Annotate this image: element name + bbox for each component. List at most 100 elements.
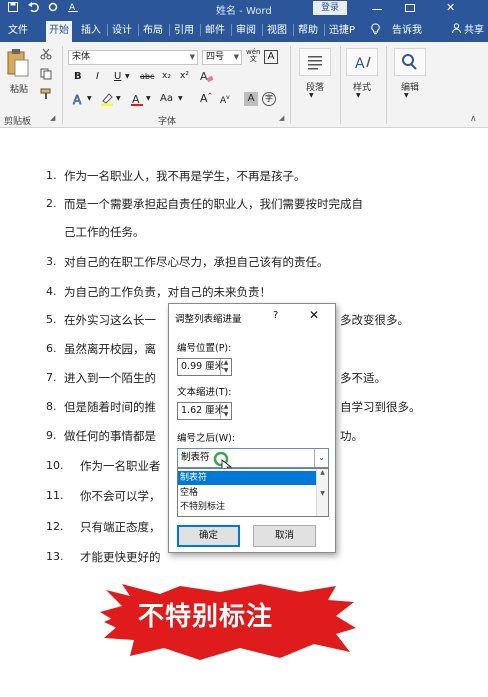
phonetic-guide-icon[interactable]: wén 文	[246, 49, 260, 63]
save-icon[interactable]	[8, 2, 18, 12]
editing-icon[interactable]	[394, 48, 426, 76]
list-item-text-tail[interactable]: 多不适。	[340, 370, 386, 386]
text-indent-value: 1.62 厘米	[181, 405, 225, 416]
superscript-button[interactable]: x²	[180, 71, 189, 81]
chevron-down-icon: ▼	[178, 95, 183, 102]
grow-font-label: A	[200, 92, 208, 105]
tab-view[interactable]: 视图	[267, 23, 287, 38]
list-item-text[interactable]: 而是一个需要承担起自责任的职业人，我们需要按时完成自	[64, 196, 363, 212]
paragraph-group-label: 段落	[305, 83, 324, 93]
font-color-quick-icon[interactable]: A	[68, 2, 78, 13]
maximize-icon[interactable]	[405, 4, 415, 12]
tab-separator	[324, 24, 325, 36]
tell-me-search[interactable]: 告诉我	[392, 23, 422, 38]
chevron-down-icon[interactable]: ⌄	[314, 449, 328, 467]
number-position-input[interactable]: 0.99 厘米 ▲ ▼	[177, 358, 232, 376]
tab-insert[interactable]: 插入	[81, 23, 101, 38]
undo-icon[interactable]	[28, 2, 39, 13]
option-nothing[interactable]: 不特别标注	[178, 500, 316, 514]
tab-help[interactable]: 帮助	[298, 23, 318, 38]
list-item-text[interactable]: 在外实习这么长一	[64, 312, 156, 328]
spinner-arrows-icon[interactable]: ▲ ▼	[220, 403, 231, 419]
list-item-text[interactable]: 作为一名职业人，我不再是学生，不再是孩子。	[64, 168, 306, 184]
list-item-text[interactable]: 对自己的在职工作尽心尽力，承担自己该有的责任。	[64, 254, 329, 270]
enclose-characters-icon[interactable]: 字	[262, 92, 276, 106]
character-border-icon[interactable]: A	[264, 50, 278, 64]
font-name-value: 宋体	[72, 52, 91, 62]
copy-icon[interactable]	[40, 68, 52, 83]
share-button[interactable]: 共享	[464, 23, 484, 38]
list-item-text-tail[interactable]: 多改变很多。	[340, 312, 409, 328]
cancel-button[interactable]: 取消	[253, 525, 316, 547]
tab-mailings[interactable]: 邮件	[205, 23, 225, 38]
help-icon[interactable]: ?	[273, 310, 278, 321]
tab-references[interactable]: 引用	[174, 23, 194, 38]
underline-button[interactable]: U	[114, 71, 121, 82]
paragraph-icon[interactable]	[299, 48, 331, 76]
font-launcher-icon[interactable]: ◢	[279, 114, 284, 122]
option-tab[interactable]: 制表符	[178, 471, 316, 485]
paste-icon[interactable]	[6, 48, 30, 82]
list-number: 7.	[46, 371, 57, 384]
list-item-text[interactable]: 只有端正态度，	[80, 519, 161, 535]
follow-number-value: 制表符	[181, 452, 210, 463]
list-item-text[interactable]: 为自己的工作负责，对自己的未来负责！	[64, 284, 271, 300]
clear-formatting-icon[interactable]: A	[200, 69, 214, 86]
font-name-combo[interactable]: 宋体 ▼	[68, 50, 198, 65]
list-item-text[interactable]: 作为一名职业者	[80, 458, 161, 474]
collapse-ribbon-icon[interactable]: ∧	[470, 114, 477, 124]
list-number: 8.	[46, 400, 57, 413]
list-item-text[interactable]: 做任何的事情都是	[64, 428, 156, 444]
tab-design[interactable]: 设计	[112, 23, 132, 38]
list-item-text[interactable]: 进入到一个陌生的	[64, 370, 156, 386]
italic-button[interactable]: I	[96, 71, 99, 82]
text-indent-input[interactable]: 1.62 厘米 ▲ ▼	[177, 402, 232, 420]
follow-number-select[interactable]: 制表符 ⌄	[177, 448, 329, 468]
chevron-down-icon: ▼	[146, 95, 151, 102]
list-number: 5.	[46, 313, 57, 326]
font-size-combo[interactable]: 四号 ▼	[202, 50, 242, 65]
tab-home[interactable]: 开始	[46, 21, 72, 42]
close-icon[interactable]: ✕	[309, 308, 319, 322]
clipboard-group-label: 剪贴板	[4, 117, 32, 127]
tab-layout[interactable]: 布局	[143, 23, 163, 38]
text-effects-icon[interactable]: A	[72, 92, 86, 109]
login-button[interactable]: 登录	[313, 1, 347, 15]
grow-font-button[interactable]: A^	[200, 92, 213, 105]
list-number: 12.	[46, 520, 64, 533]
subscript-button[interactable]: x₂	[162, 71, 171, 81]
redo-icon[interactable]	[48, 2, 58, 12]
clipboard-launcher-icon[interactable]: ◢	[50, 114, 55, 122]
tab-xunjie-pdf[interactable]: 迅捷P	[329, 23, 355, 38]
svg-text:A: A	[69, 3, 76, 12]
list-item-text[interactable]: 虽然离开校园，离	[64, 341, 156, 357]
tab-review[interactable]: 审阅	[236, 23, 256, 38]
styles-icon[interactable]: A	[346, 48, 378, 76]
tab-file[interactable]: 文件	[8, 23, 28, 38]
list-item-text[interactable]: 你不会可以学，	[80, 488, 161, 504]
ok-button[interactable]: 确定	[177, 525, 240, 547]
paste-label: 粘贴	[9, 85, 28, 95]
list-item-text[interactable]: 才能更快更好的	[80, 549, 161, 565]
font-color-icon[interactable]: A	[130, 92, 144, 109]
shrink-font-button[interactable]: Av	[220, 94, 230, 106]
list-item-text-tail[interactable]: 自学习到很多。	[340, 399, 421, 415]
svg-text:A: A	[200, 70, 208, 83]
bold-button[interactable]: B	[74, 71, 82, 82]
highlight-icon[interactable]	[100, 92, 114, 109]
change-case-button[interactable]: Aa	[160, 93, 173, 104]
dropdown-scrollbar[interactable]: ▲ ▼	[316, 469, 328, 516]
list-item-text[interactable]: 己工作的任务。	[64, 224, 145, 240]
close-window-icon[interactable]: ✕	[446, 1, 455, 14]
option-space[interactable]: 空格	[178, 486, 316, 500]
character-shading-icon[interactable]: A	[244, 92, 258, 106]
strikethrough-button[interactable]: abc	[140, 72, 154, 81]
format-painter-icon[interactable]	[40, 88, 52, 103]
group-separator	[340, 46, 341, 124]
minimize-icon[interactable]	[372, 9, 382, 10]
spinner-arrows-icon[interactable]: ▲ ▼	[220, 359, 231, 375]
list-number: 4.	[46, 285, 57, 298]
list-item-text-tail[interactable]: 功。	[340, 428, 363, 444]
list-item-text[interactable]: 但是随着时间的推	[64, 399, 156, 415]
cut-icon[interactable]	[40, 48, 52, 63]
